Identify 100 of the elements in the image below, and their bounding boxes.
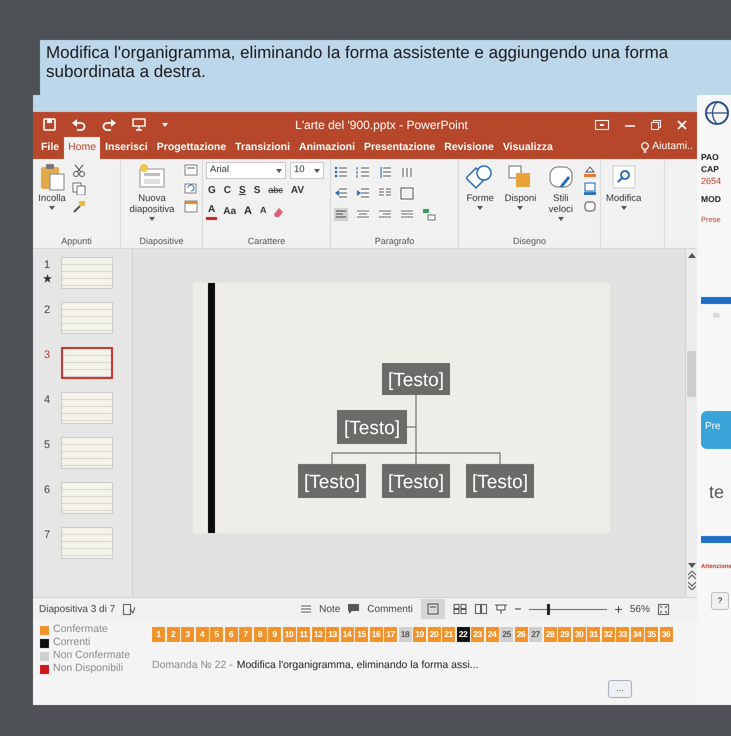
notes-button[interactable]: Note (319, 602, 340, 616)
copy-icon[interactable] (72, 182, 86, 195)
caret-icon[interactable] (49, 206, 55, 210)
grow-font-button[interactable]: A (242, 202, 254, 220)
section-icon[interactable] (184, 200, 198, 213)
change-case-button[interactable]: Aa (221, 204, 238, 218)
notes-icon[interactable] (301, 604, 312, 614)
shape-effects-icon[interactable] (582, 200, 597, 213)
question-number[interactable]: 27 (529, 627, 542, 642)
shadow-button[interactable]: S (252, 183, 262, 198)
scissors-icon[interactable] (72, 164, 86, 177)
text-direction-icon[interactable] (400, 166, 414, 179)
org-chart-shape[interactable]: [Testo] (382, 464, 450, 498)
ribbon-tab[interactable]: Inserisci (101, 137, 152, 159)
font-size-field[interactable]: 10 (290, 162, 324, 179)
line-spacing-icon[interactable] (378, 166, 392, 179)
slide-thumbnail[interactable] (61, 482, 113, 514)
slide-thumbnail[interactable] (61, 437, 113, 469)
character-spacing-button[interactable]: AV (288, 183, 306, 198)
new-slide-button[interactable]: Nuova diapositiva (124, 162, 180, 235)
italic-button[interactable]: C (222, 183, 234, 198)
previous-slide-icon[interactable] (688, 571, 696, 579)
reset-icon[interactable] (184, 182, 198, 195)
drawing-tool-button[interactable]: Stili veloci (542, 162, 579, 235)
caret-icon[interactable] (477, 206, 484, 210)
save-icon[interactable] (43, 118, 56, 131)
close-icon[interactable] (677, 120, 687, 130)
restore-icon[interactable] (651, 120, 661, 130)
tell-me-search[interactable]: Aiutami.. (652, 139, 693, 155)
slide-thumbnail[interactable] (61, 347, 113, 379)
shrink-font-button[interactable]: A (258, 204, 268, 218)
decrease-indent-icon[interactable] (334, 187, 348, 200)
comments-button[interactable]: Commenti (367, 602, 413, 616)
ribbon-tab[interactable]: Animazioni (295, 137, 360, 159)
drawing-tool-button[interactable]: Forme (462, 162, 498, 235)
ribbon-tab[interactable]: Visualizza (498, 137, 557, 159)
align-left-icon[interactable] (334, 208, 348, 221)
org-chart-shape[interactable]: [Testo] (298, 464, 366, 498)
slider-thumb[interactable] (547, 604, 550, 614)
caret-icon[interactable] (620, 206, 627, 210)
bullets-icon[interactable] (334, 166, 348, 179)
next-slide-icon[interactable] (688, 582, 696, 590)
fit-to-window-icon[interactable] (658, 604, 669, 614)
zoom-level[interactable]: 56% (630, 602, 650, 616)
shape-outline-icon[interactable] (582, 182, 597, 195)
numbering-icon[interactable] (356, 166, 370, 179)
caret-icon[interactable] (149, 217, 155, 221)
side-button[interactable]: Pre (701, 410, 731, 448)
zoom-in-icon[interactable] (614, 606, 622, 612)
strikethrough-button[interactable]: abc (266, 184, 285, 198)
increase-indent-icon[interactable] (356, 187, 370, 200)
redo-icon[interactable] (102, 118, 116, 130)
question-number[interactable]: 25 (500, 627, 513, 642)
normal-view-icon[interactable] (420, 599, 445, 619)
caret-icon[interactable] (558, 217, 564, 221)
smartart-icon[interactable] (422, 208, 436, 221)
undo-icon[interactable] (72, 118, 86, 130)
font-color-button[interactable]: A (206, 202, 218, 220)
ribbon-display-icon[interactable] (595, 120, 609, 130)
org-chart-shape[interactable]: [Testo] (466, 464, 534, 498)
drawing-tool-button[interactable]: Disponi (502, 162, 539, 235)
ribbon-tab[interactable]: File (37, 137, 64, 159)
layout-icon[interactable] (184, 164, 198, 177)
slide-thumbnail[interactable] (61, 527, 113, 559)
underline-button[interactable]: S (237, 183, 248, 198)
slide-sorter-icon[interactable] (452, 604, 467, 614)
question-number[interactable]: 18 (398, 627, 412, 642)
ribbon-tab[interactable]: Revisione (440, 137, 498, 159)
caret-icon[interactable] (517, 206, 524, 210)
caret-icon[interactable] (314, 168, 320, 172)
help-button[interactable]: ? (711, 592, 729, 610)
slide-thumbnail[interactable] (61, 257, 113, 289)
more-button[interactable]: ... (608, 680, 632, 698)
caret-icon[interactable] (276, 168, 282, 172)
question-number[interactable]: 22 (456, 627, 470, 642)
org-chart-shape[interactable]: [Testo] (337, 410, 407, 444)
ribbon-tab[interactable]: Presentazione (360, 137, 440, 159)
slide-thumbnail[interactable] (61, 392, 113, 424)
presenter-icon[interactable] (132, 118, 146, 131)
align-text-icon[interactable] (400, 187, 414, 200)
shape-fill-icon[interactable] (582, 164, 597, 177)
scroll-up-icon[interactable] (688, 253, 696, 258)
paste-button[interactable]: Incolla (36, 162, 68, 235)
ribbon-tab[interactable]: Home (64, 137, 100, 159)
question-summary: Modifica l'organigramma, eliminando la forma assi... (236, 658, 479, 673)
comment-icon[interactable] (348, 604, 360, 614)
bold-button[interactable]: G (206, 183, 218, 198)
find-button[interactable]: Modifica (604, 162, 644, 235)
format-painter-icon[interactable] (72, 200, 86, 213)
ribbon-tab[interactable]: Transizioni (231, 137, 294, 159)
slideshow-icon[interactable] (494, 604, 507, 614)
slide-thumbnail[interactable] (61, 302, 113, 334)
org-chart-shape[interactable]: [Testo] (382, 363, 450, 395)
spelling-icon[interactable] (123, 604, 136, 614)
scrollbar-thumb[interactable] (687, 351, 696, 397)
caret-icon[interactable] (162, 122, 168, 126)
reading-view-icon[interactable] (474, 604, 487, 614)
ribbon-tab[interactable]: Progettazione (152, 137, 230, 159)
font-name-field[interactable]: Arial (206, 162, 286, 179)
scroll-down-icon[interactable] (688, 563, 696, 568)
